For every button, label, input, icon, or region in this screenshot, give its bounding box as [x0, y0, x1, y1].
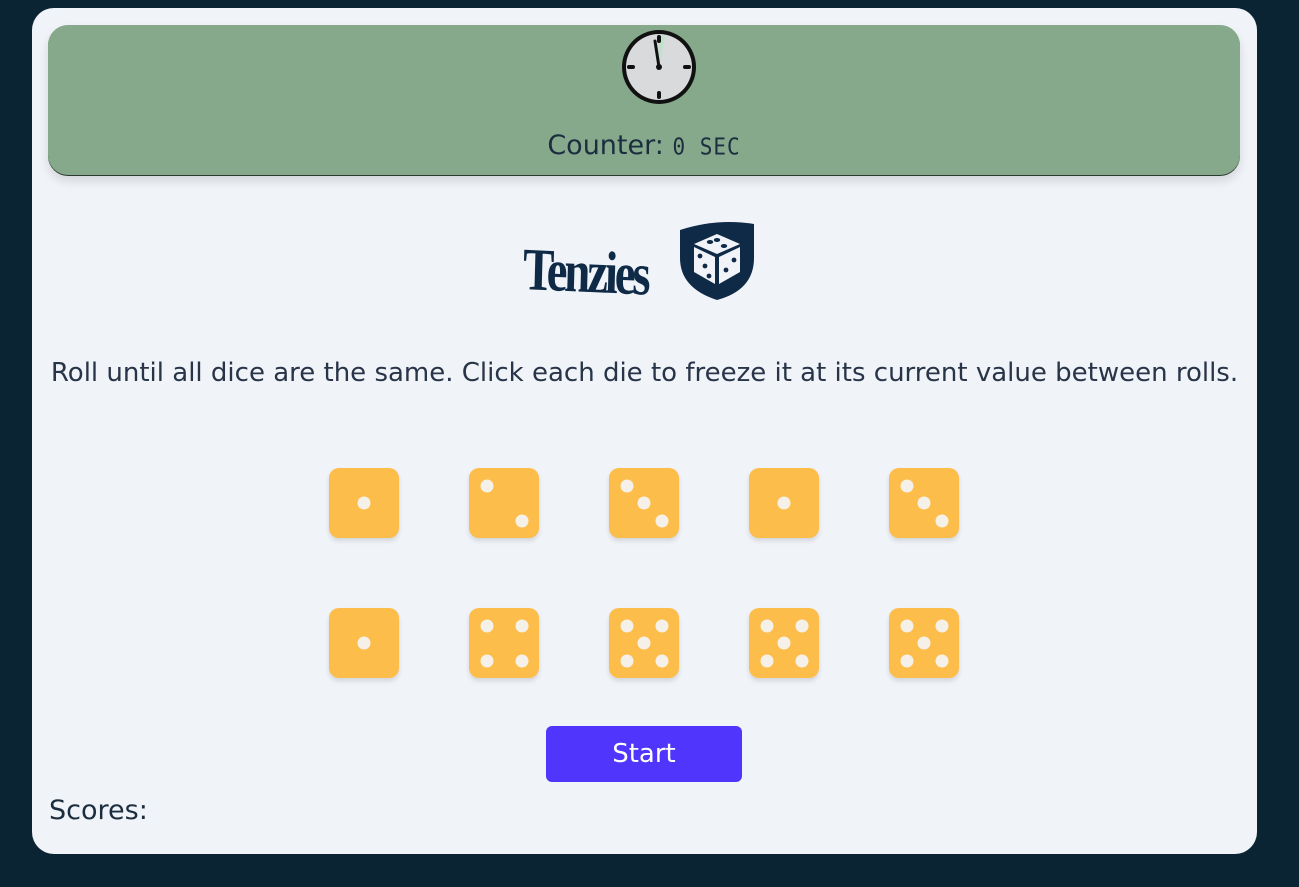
die-3[interactable] [609, 468, 679, 538]
die-pip [760, 654, 773, 667]
die-pip [795, 619, 808, 632]
die-pip [935, 654, 948, 667]
die-pip [900, 479, 913, 492]
die-pip [900, 619, 913, 632]
tenzies-logo: Tenzies [522, 218, 764, 318]
die-pip [900, 654, 913, 667]
die-5[interactable] [889, 468, 959, 538]
timer-bar: Counter: 0 SEC [48, 25, 1240, 175]
instructions: Roll until all dice are the same. Click … [50, 358, 1239, 388]
die-pip [357, 636, 371, 650]
die-pip [480, 619, 493, 632]
die-4[interactable] [749, 468, 819, 538]
counter-label: Counter: [547, 130, 664, 161]
die-1[interactable] [329, 468, 399, 538]
logo-text: Tenzies [522, 235, 649, 308]
die-pip [637, 636, 651, 650]
counter-value: 0 SEC [672, 133, 741, 161]
die-pip [935, 514, 948, 527]
game-card: Counter: 0 SEC Tenzies Roll until all di… [32, 8, 1257, 854]
counter: Counter: 0 SEC [48, 129, 1240, 164]
die-pip [917, 496, 931, 510]
die-pip [480, 479, 493, 492]
die-pip [515, 514, 528, 527]
start-button[interactable]: Start [546, 726, 742, 782]
die-7[interactable] [469, 608, 539, 678]
die-pip [637, 496, 651, 510]
die-6[interactable] [329, 608, 399, 678]
die-pip [935, 619, 948, 632]
dice-shield-icon [680, 222, 754, 300]
die-pip [655, 619, 668, 632]
die-pip [620, 619, 633, 632]
die-pip [655, 514, 668, 527]
die-pip [515, 619, 528, 632]
die-2[interactable] [469, 468, 539, 538]
die-pip [777, 496, 791, 510]
die-pip [655, 654, 668, 667]
die-pip [795, 654, 808, 667]
die-10[interactable] [889, 608, 959, 678]
die-pip [917, 636, 931, 650]
die-8[interactable] [609, 608, 679, 678]
die-9[interactable] [749, 608, 819, 678]
die-pip [777, 636, 791, 650]
dice-grid [329, 468, 961, 678]
die-pip [620, 654, 633, 667]
die-pip [515, 654, 528, 667]
clock-icon [622, 30, 696, 104]
scores-label: Scores: [49, 795, 148, 826]
die-pip [760, 619, 773, 632]
die-pip [357, 496, 371, 510]
die-pip [480, 654, 493, 667]
die-pip [620, 479, 633, 492]
